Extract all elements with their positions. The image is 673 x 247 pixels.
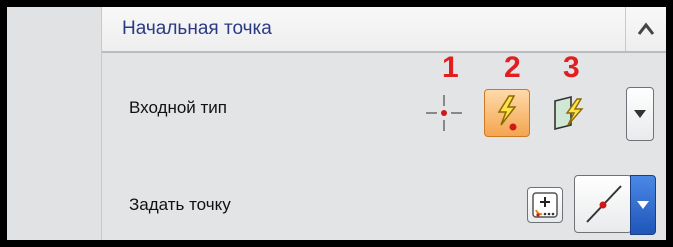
left-strip: [7, 7, 102, 240]
line-point-icon: [586, 185, 622, 223]
point-crosshair-icon: [426, 95, 462, 131]
input-type-label: Входной тип: [129, 98, 228, 117]
chevron-up-icon: [637, 22, 655, 35]
section-title: Начальная точка: [122, 18, 272, 39]
point-type-dropdown[interactable]: [630, 175, 656, 235]
chevron-down-icon: [637, 201, 649, 209]
marker-2: 2: [504, 51, 521, 84]
marker-3: 3: [563, 51, 580, 84]
input-type-point-option[interactable]: [422, 91, 466, 135]
section-body: Входной тип Задать точку 1 2 3: [102, 51, 666, 240]
section-header[interactable]: Начальная точка: [102, 7, 666, 53]
point-dialog-icon: [532, 192, 558, 218]
chevron-down-icon: [634, 110, 646, 118]
input-type-inferred-option[interactable]: [484, 89, 530, 137]
lightning-point-icon: [497, 95, 517, 131]
marker-1: 1: [442, 51, 459, 84]
point-dialog-button[interactable]: [527, 187, 563, 223]
specify-point-label: Задать точку: [129, 195, 231, 214]
input-type-dropdown[interactable]: [626, 87, 654, 141]
panel-frame: Начальная точка Входной тип Задать точку…: [7, 7, 666, 240]
collapse-button[interactable]: [625, 7, 666, 51]
point-type-selector[interactable]: [574, 175, 632, 233]
input-type-plane-option[interactable]: [548, 91, 590, 135]
lightning-plane-icon: [554, 95, 584, 131]
